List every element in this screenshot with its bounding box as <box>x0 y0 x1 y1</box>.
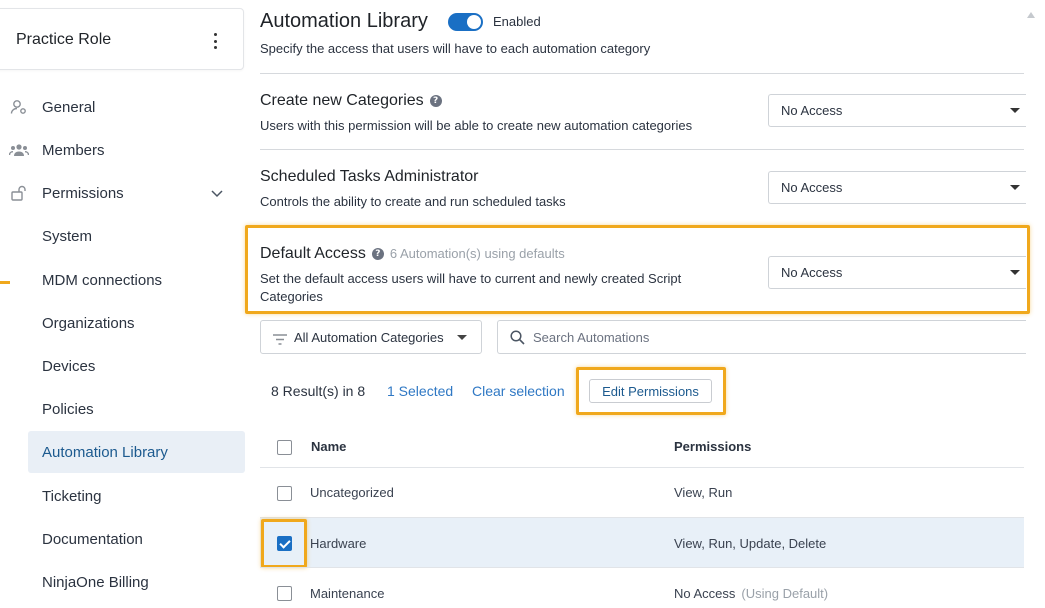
row-permissions: View, Run <box>674 485 733 500</box>
sidebar-item-label: Organizations <box>42 314 135 332</box>
sidebar-item-general[interactable]: General <box>0 86 245 128</box>
create-categories-title: Create new Categories? <box>260 92 442 110</box>
help-icon[interactable]: ? <box>429 94 442 107</box>
table-row[interactable]: Hardware View, Run, Update, Delete <box>260 517 1024 567</box>
divider <box>260 149 1024 150</box>
chevron-down-icon[interactable] <box>210 186 224 203</box>
search-icon <box>510 330 525 350</box>
sidebar-item-documentation[interactable]: Documentation <box>0 518 245 560</box>
edit-permissions-button[interactable]: Edit Permissions <box>589 379 712 403</box>
row-permissions: No Access (Using Default) <box>674 586 828 601</box>
table-row[interactable]: Maintenance No Access (Using Default) <box>260 567 1024 608</box>
create-categories-select[interactable]: No Access <box>768 94 1026 127</box>
description-line-2: Categories <box>260 289 323 304</box>
defaults-count-hint: 6 Automation(s) using defaults <box>389 246 565 262</box>
caret-down-icon <box>1010 108 1020 113</box>
sidebar-item-system[interactable]: System <box>0 215 245 257</box>
scheduled-tasks-select[interactable]: No Access <box>768 171 1026 204</box>
help-icon[interactable]: ? <box>371 247 384 260</box>
scroll-up-arrow-icon[interactable] <box>1027 12 1035 18</box>
sidebar-item-policies[interactable]: Policies <box>0 388 245 430</box>
enabled-toggle[interactable] <box>448 13 483 31</box>
default-note: (Using Default) <box>741 586 829 601</box>
default-access-select[interactable]: No Access <box>768 256 1026 289</box>
caret-down-icon <box>1010 185 1020 190</box>
search-box[interactable] <box>497 320 1026 354</box>
sidebar-item-ticketing[interactable]: Ticketing <box>0 475 245 517</box>
page-subtitle: Specify the access that users will have … <box>260 41 651 56</box>
row-name: Maintenance <box>310 586 385 601</box>
search-input[interactable] <box>533 322 1013 352</box>
sidebar-item-label: Permissions <box>42 184 124 202</box>
scheduled-tasks-description: Controls the ability to create and run s… <box>260 194 566 209</box>
caret-down-icon <box>457 335 467 340</box>
select-all-checkbox[interactable] <box>277 440 292 455</box>
sidebar-item-label: NinjaOne Billing <box>42 573 149 591</box>
permissions-value: No Access <box>674 586 736 601</box>
create-categories-description: Users with this permission will be able … <box>260 118 693 133</box>
clear-selection-link[interactable]: Clear selection <box>472 383 565 399</box>
role-title: Practice Role <box>16 31 112 48</box>
sidebar-item-label: Members <box>42 141 105 159</box>
divider <box>260 73 1024 74</box>
filter-icon <box>273 333 287 348</box>
unlock-icon <box>9 184 29 202</box>
sidebar-item-organizations[interactable]: Organizations <box>0 302 245 344</box>
sidebar-item-label: Ticketing <box>42 487 102 505</box>
row-permissions: View, Run, Update, Delete <box>674 536 827 551</box>
row-name: Hardware <box>310 536 367 551</box>
caret-down-icon <box>1010 270 1020 275</box>
user-gear-icon <box>9 98 29 116</box>
row-name: Uncategorized <box>310 485 394 500</box>
sidebar-item-devices[interactable]: Devices <box>0 345 245 387</box>
column-header-name[interactable]: Name <box>311 439 346 454</box>
sidebar-item-label: Devices <box>42 357 96 375</box>
sidebar-item-permissions[interactable]: Permissions <box>0 172 245 214</box>
sidebar-item-label: MDM connections <box>42 271 163 289</box>
sidebar-item-label: General <box>42 98 96 116</box>
default-access-title: Default Access? 6 Automation(s) using def… <box>260 245 565 263</box>
sidebar-item-label: Policies <box>42 400 94 418</box>
default-access-description: Set the default access users will have t… <box>260 270 681 306</box>
more-options-icon[interactable] <box>212 33 218 49</box>
category-filter-dropdown[interactable]: All Automation Categories <box>260 320 482 354</box>
selected-count-link[interactable]: 1 Selected <box>387 383 453 399</box>
toggle-label: Enabled <box>493 14 541 29</box>
sidebar-item-mdm-connections[interactable]: MDM connections <box>0 259 245 301</box>
table-row[interactable]: Uncategorized View, Run <box>260 467 1024 517</box>
results-count: 8 Result(s) in 8 <box>271 383 366 399</box>
scheduled-tasks-title: Scheduled Tasks Administrator <box>260 168 479 185</box>
row-checkbox[interactable] <box>277 536 292 551</box>
row-checkbox[interactable] <box>277 586 292 601</box>
page-title: Automation Library <box>260 10 428 32</box>
sidebar-item-label: Automation Library <box>42 443 168 461</box>
row-checkbox[interactable] <box>277 486 292 501</box>
users-icon <box>9 141 29 159</box>
sidebar-item-members[interactable]: Members <box>0 129 245 171</box>
description-line-1: Set the default access users will have t… <box>260 271 682 286</box>
column-header-permissions[interactable]: Permissions <box>674 439 751 454</box>
select-value: No Access <box>781 180 843 195</box>
section-title-text: Default Access <box>260 245 366 262</box>
sidebar-item-label: Documentation <box>42 530 143 548</box>
sidebar-item-ninjaone-billing[interactable]: NinjaOne Billing <box>0 561 245 603</box>
select-value: No Access <box>781 103 843 118</box>
select-value: No Access <box>781 265 843 280</box>
filter-label: All Automation Categories <box>294 329 444 345</box>
role-card: Practice Role <box>0 8 244 70</box>
section-title-text: Create new Categories <box>260 92 424 109</box>
sidebar-item-automation-library[interactable]: Automation Library <box>28 431 245 473</box>
sidebar-item-label: System <box>42 227 93 245</box>
